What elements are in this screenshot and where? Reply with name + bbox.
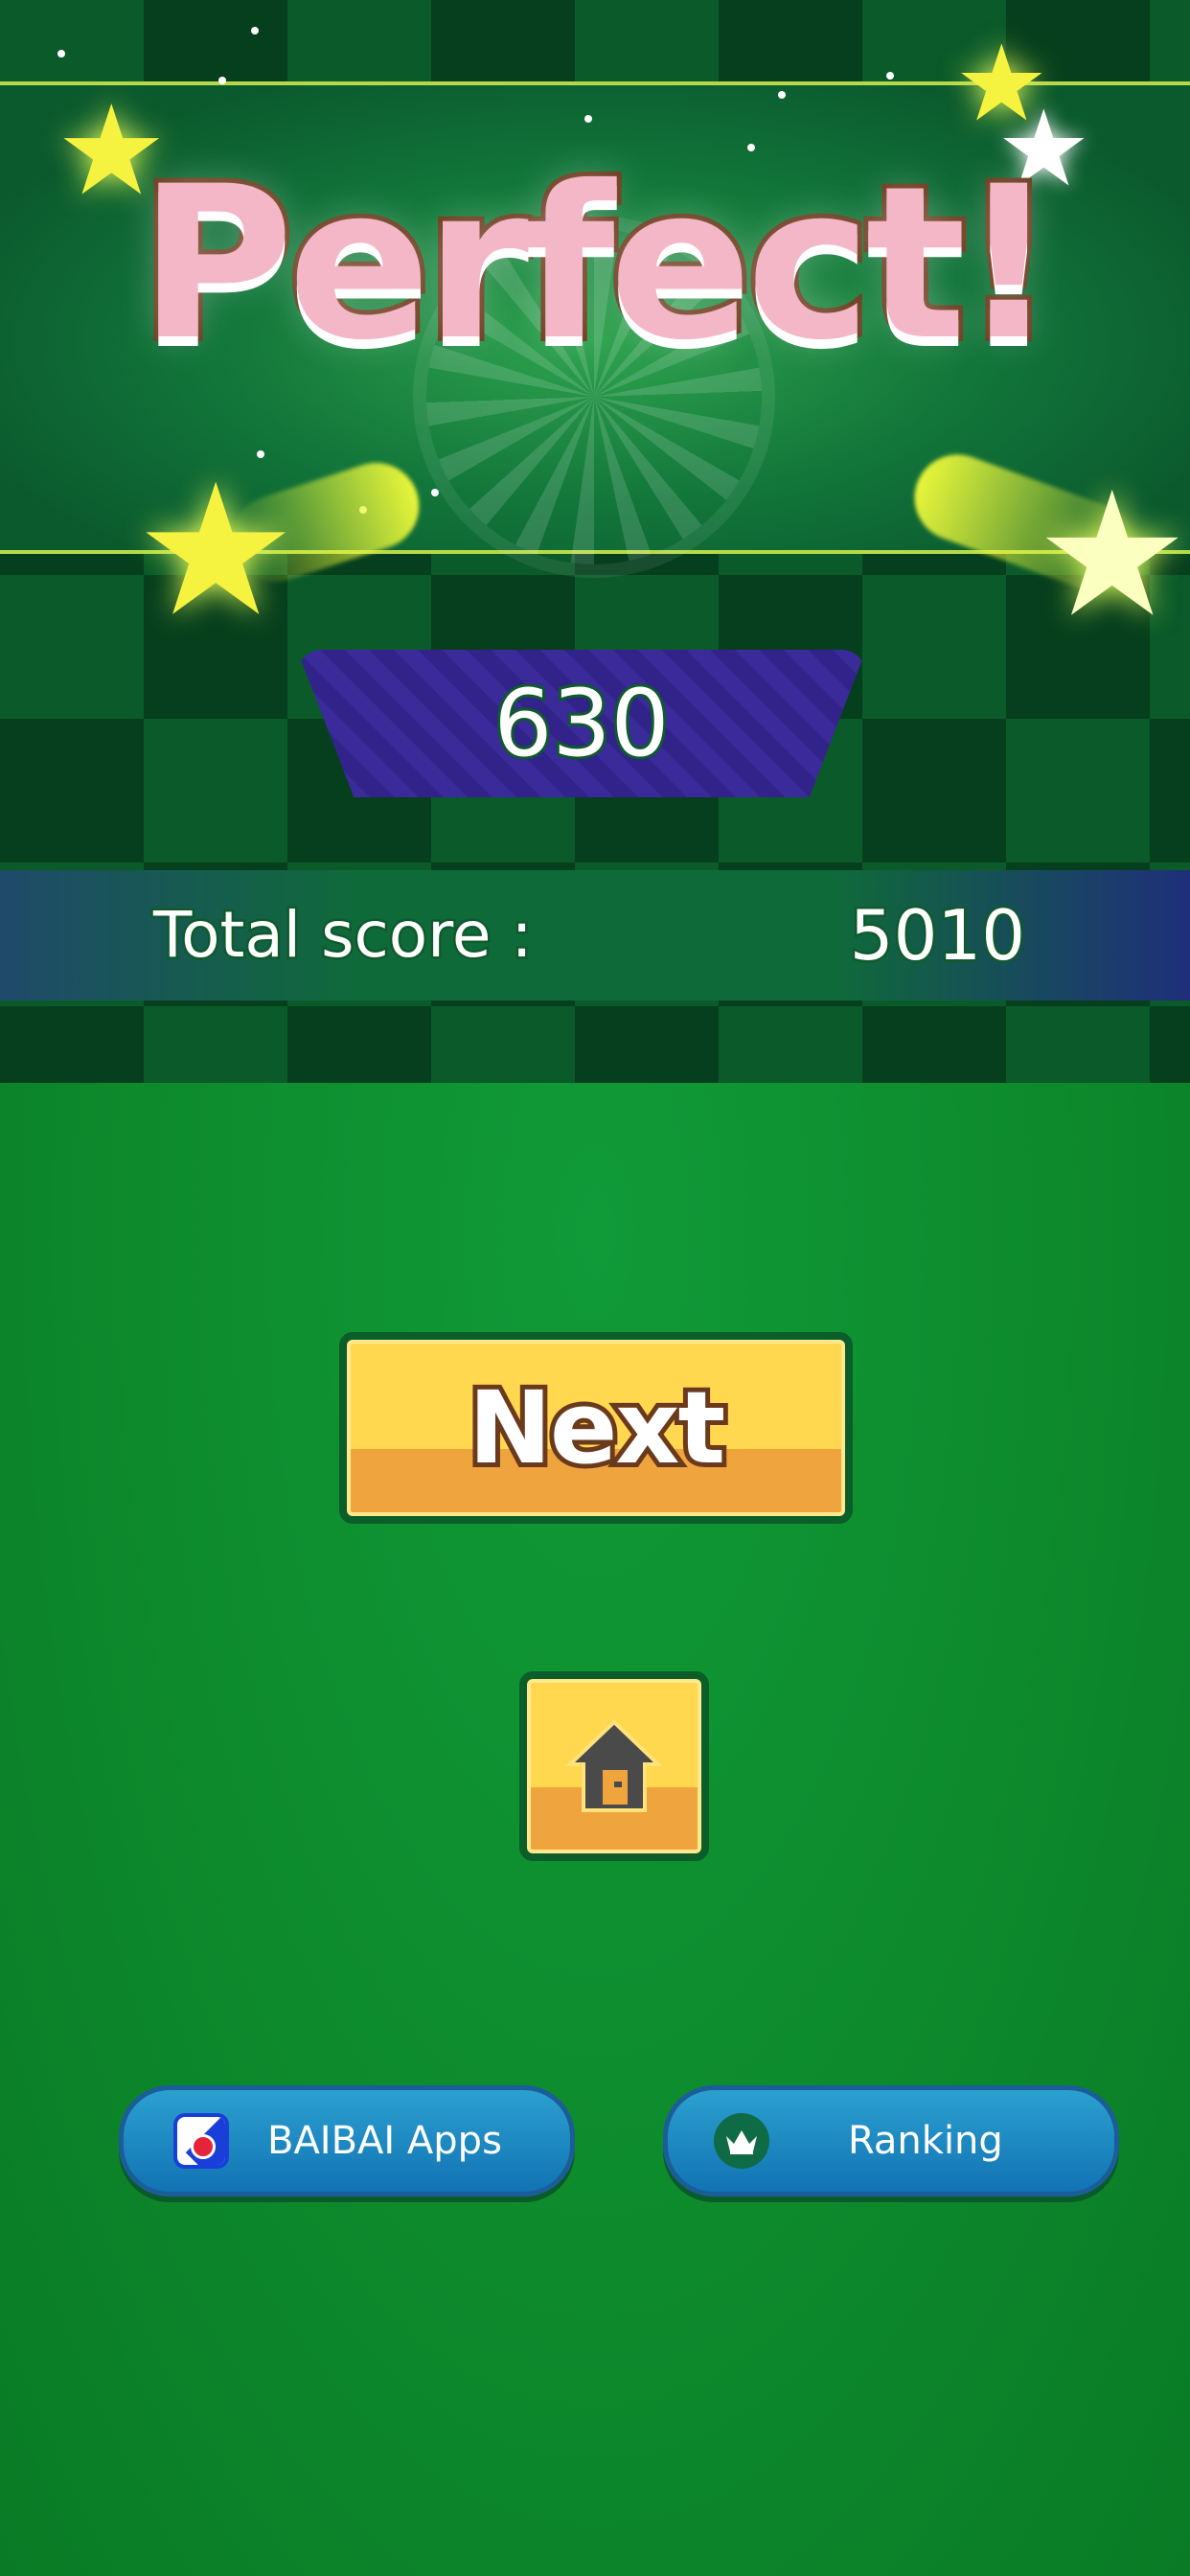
baibai-apps-button[interactable]: BAIBAI Apps <box>119 2085 575 2196</box>
ranking-label: Ranking <box>848 2119 1003 2163</box>
star-icon: ★ <box>134 445 298 656</box>
ranking-button[interactable]: Ranking <box>663 2085 1119 2196</box>
next-label: Next <box>464 1365 730 1491</box>
total-score-label: Total score : <box>151 896 536 975</box>
sparkle-dot <box>251 27 259 34</box>
round-score: 630 <box>491 667 672 780</box>
sparkle-dot <box>431 489 439 496</box>
home-button[interactable] <box>519 1671 709 1861</box>
sparkle-dot <box>57 50 65 58</box>
home-icon <box>565 1719 663 1812</box>
star-icon: ★ <box>1035 455 1190 656</box>
sparkle-dot <box>886 72 894 80</box>
total-score-value: 5010 <box>847 893 1027 978</box>
next-button[interactable]: Next <box>339 1332 853 1524</box>
crown-icon <box>714 2113 769 2169</box>
result-title: Perfect! <box>134 141 1062 386</box>
sparkle-dot <box>584 115 592 123</box>
result-header: ★ ★ ★ ★ ★ Perfect! 630 Total score : 501… <box>0 0 1190 1083</box>
app-logo-icon <box>173 2113 229 2169</box>
baibai-apps-label: BAIBAI Apps <box>267 2119 502 2163</box>
round-score-badge: 630 <box>297 650 866 797</box>
sparkle-dot <box>778 91 786 99</box>
sparkle-dot <box>218 77 226 84</box>
total-score-bar: Total score : 5010 <box>0 870 1190 1000</box>
